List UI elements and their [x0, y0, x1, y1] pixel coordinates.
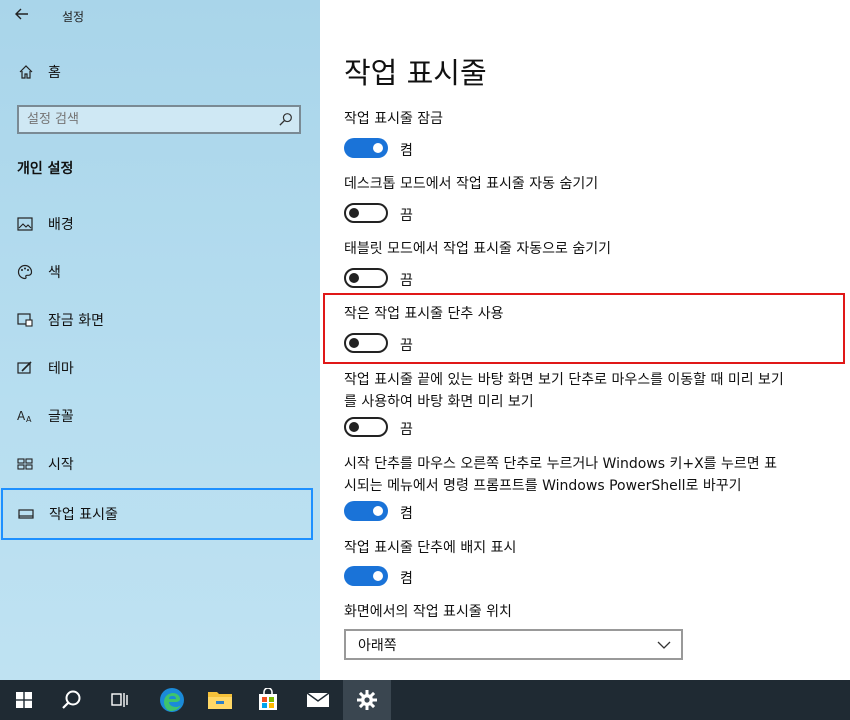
- task-view-icon: [111, 693, 128, 707]
- taskbar-position-select[interactable]: 아래쪽: [344, 629, 683, 660]
- palette-icon: [16, 263, 34, 281]
- chevron-down-icon: [657, 641, 671, 649]
- app-title: 설정: [62, 10, 85, 24]
- toggle-state: 끔: [400, 338, 413, 354]
- sidebar-item-home[interactable]: 홈: [18, 62, 61, 82]
- toggle-knob: [373, 143, 383, 153]
- toggle-state: 끔: [400, 208, 413, 224]
- toggle-state: 켬: [400, 506, 413, 522]
- sidebar-item-color[interactable]: 색: [0, 248, 320, 296]
- sidebar-item-lock-screen[interactable]: 잠금 화면: [0, 296, 320, 344]
- picture-icon: [16, 215, 34, 233]
- start-button[interactable]: [0, 680, 48, 720]
- sidebar-item-taskbar[interactable]: 작업 표시줄: [1, 488, 313, 540]
- toggle-knob: [349, 338, 359, 348]
- svg-text:A: A: [26, 415, 32, 423]
- search-input[interactable]: [19, 107, 267, 132]
- setting-label-small-buttons: 작은 작업 표시줄 단추 사용: [344, 306, 504, 322]
- toggle-knob: [349, 273, 359, 283]
- section-title: 개인 설정: [17, 161, 74, 177]
- setting-label-lock-taskbar: 작업 표시줄 잠금: [344, 111, 444, 127]
- edge-icon: [160, 688, 184, 712]
- toggle-state: 켬: [400, 571, 413, 587]
- search-box[interactable]: [17, 105, 301, 134]
- search-icon: [62, 690, 81, 709]
- setting-label-badges: 작업 표시줄 단추에 배지 표시: [344, 540, 517, 556]
- sidebar-item-label: 글꼴: [48, 409, 74, 425]
- toggle-knob: [349, 208, 359, 218]
- store-button[interactable]: [244, 680, 292, 720]
- setting-label-peek: 작업 표시줄 끝에 있는 바탕 화면 보기 단추로 마우스를 이동할 때 미리 …: [344, 372, 784, 410]
- mail-icon: [306, 692, 330, 707]
- sidebar: 설정 홈 개인 설정 배경 색 잠금 화면 테마 AA 글꼴 시작 작업 표시줄: [0, 0, 320, 680]
- toggle-autohide-tablet[interactable]: [344, 268, 388, 288]
- toggle-knob: [373, 571, 383, 581]
- page-title: 작업 표시줄: [344, 56, 487, 90]
- taskbar-search-button[interactable]: [48, 680, 96, 720]
- windows-taskbar: [0, 680, 850, 720]
- settings-button[interactable]: [343, 680, 391, 720]
- windows-logo-icon: [16, 692, 32, 708]
- toggle-lock-taskbar[interactable]: [344, 138, 388, 158]
- toggle-powershell[interactable]: [344, 501, 388, 521]
- back-button[interactable]: [14, 6, 36, 28]
- task-view-button[interactable]: [96, 680, 144, 720]
- sidebar-item-background[interactable]: 배경: [0, 200, 320, 248]
- home-icon: [19, 65, 33, 79]
- sidebar-item-start[interactable]: 시작: [0, 440, 320, 488]
- file-explorer-button[interactable]: [196, 680, 244, 720]
- sidebar-item-label: 배경: [48, 217, 74, 233]
- file-explorer-icon: [208, 692, 232, 709]
- lock-screen-icon: [16, 311, 34, 329]
- toggle-state: 끔: [400, 422, 413, 438]
- toggle-state: 켬: [400, 143, 413, 159]
- back-arrow-icon: [15, 8, 28, 20]
- toggle-knob: [349, 422, 359, 432]
- main-panel: 작업 표시줄 작업 표시줄 잠금 켬 데스크톱 모드에서 작업 표시줄 자동 숨…: [320, 0, 850, 680]
- position-label: 화면에서의 작업 표시줄 위치: [344, 604, 512, 620]
- search-icon[interactable]: [278, 112, 293, 127]
- svg-text:A: A: [17, 409, 26, 423]
- toggle-peek[interactable]: [344, 417, 388, 437]
- taskbar-icon: [17, 505, 35, 523]
- home-label: 홈: [48, 65, 61, 81]
- toggle-state: 끔: [400, 273, 413, 289]
- sidebar-item-theme[interactable]: 테마: [0, 344, 320, 392]
- setting-label-autohide-desktop: 데스크톱 모드에서 작업 표시줄 자동 숨기기: [344, 176, 599, 192]
- store-icon: [259, 688, 277, 710]
- toggle-autohide-desktop[interactable]: [344, 203, 388, 223]
- edge-button[interactable]: [148, 680, 196, 720]
- sidebar-item-label: 색: [48, 265, 61, 281]
- setting-label-powershell: 시작 단추를 마우스 오른쪽 단추로 누르거나 Windows 키+X를 누르면…: [344, 456, 777, 494]
- sidebar-item-label: 시작: [48, 457, 74, 473]
- sidebar-item-label: 테마: [48, 361, 74, 377]
- setting-label-autohide-tablet: 태블릿 모드에서 작업 표시줄 자동으로 숨기기: [344, 241, 611, 257]
- toggle-small-buttons[interactable]: [344, 333, 388, 353]
- start-icon: [16, 455, 34, 473]
- toggle-badges[interactable]: [344, 566, 388, 586]
- select-value: 아래쪽: [358, 637, 397, 654]
- theme-icon: [16, 359, 34, 377]
- font-icon: AA: [16, 407, 34, 425]
- toggle-knob: [373, 506, 383, 516]
- settings-icon: [357, 690, 377, 710]
- sidebar-item-label: 잠금 화면: [48, 313, 104, 329]
- mail-button[interactable]: [294, 680, 342, 720]
- sidebar-item-fonts[interactable]: AA 글꼴: [0, 392, 320, 440]
- sidebar-item-label: 작업 표시줄: [49, 507, 118, 523]
